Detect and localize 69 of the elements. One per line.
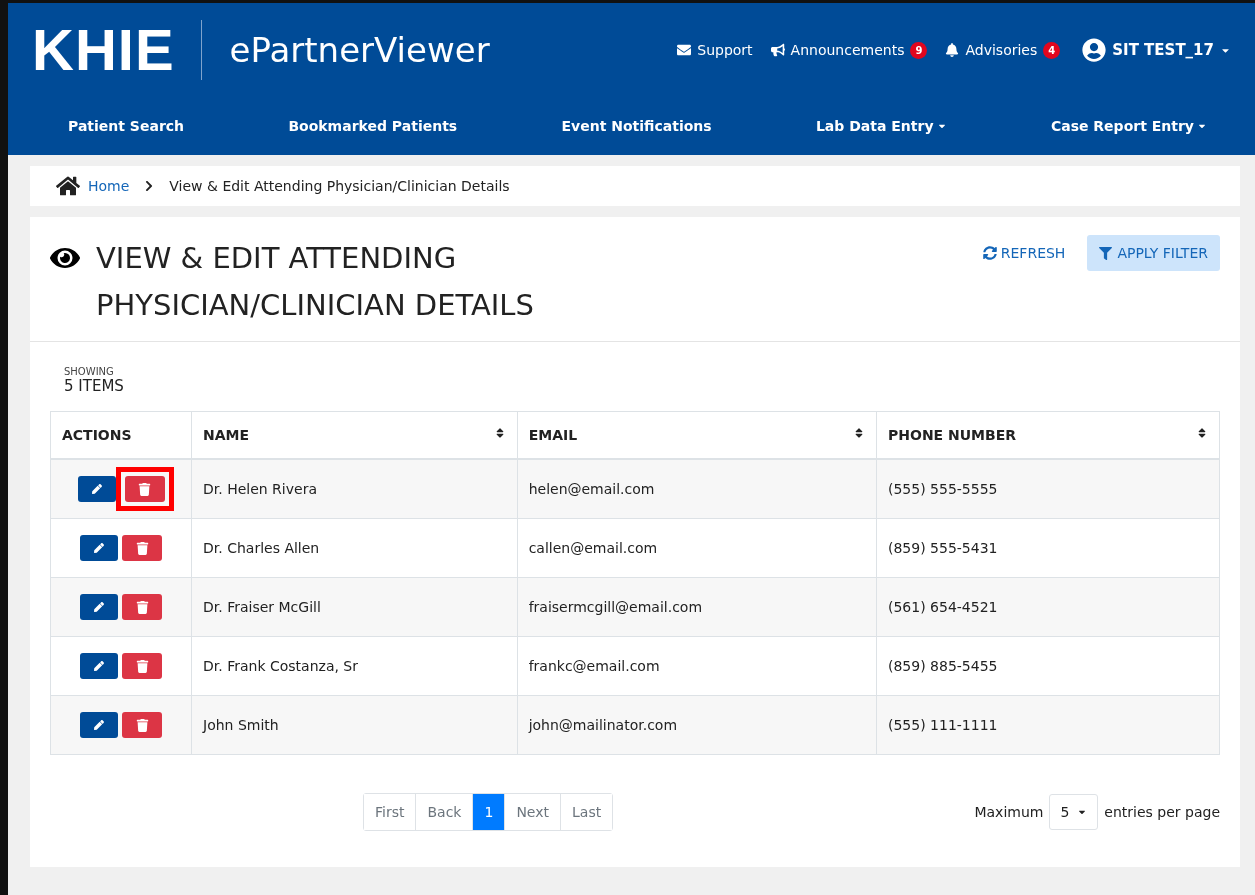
count-badge: 9 [910, 41, 928, 59]
header-link[interactable]: Support [677, 42, 753, 58]
home-icon [56, 174, 80, 198]
app-name: ePartnerViewer [228, 30, 491, 70]
pencil-icon [94, 661, 104, 671]
table-cell: callen@email.com [517, 518, 877, 578]
page-size-label: Maximum [974, 804, 1044, 820]
table-cell: Dr. Frank Costanza, Sr [191, 636, 518, 696]
page-size-select[interactable]: 5 [1049, 794, 1099, 830]
pencil-icon [91, 484, 102, 494]
table-cell: helen@email.com [517, 459, 877, 519]
delete-button[interactable] [122, 653, 162, 679]
item-count: 5 ITEMS [64, 377, 125, 395]
table-cell: (561) 654-4521 [876, 577, 1220, 637]
edit-button[interactable] [80, 653, 118, 679]
delete-button[interactable] [122, 535, 162, 561]
bell-icon [945, 43, 960, 57]
pencil-icon [94, 720, 104, 730]
table-cell: Dr. Fraiser McGill [191, 577, 518, 637]
trash-icon [135, 541, 149, 555]
logo: KHIE [32, 20, 202, 80]
trash-icon [135, 718, 149, 732]
breadcrumb-current: View & Edit Attending Physician/Clinician Details [169, 178, 510, 194]
table-cell: (555) 111-1111 [876, 695, 1220, 755]
edit-button[interactable] [80, 535, 118, 561]
count-badge: 4 [1043, 41, 1061, 59]
nav-item[interactable]: Event Notifications [561, 118, 712, 134]
page-button[interactable]: Last [560, 794, 613, 830]
table-cell: john@mailinator.com [517, 695, 877, 755]
table-cell: (859) 885-5455 [876, 636, 1220, 696]
pencil-icon [94, 543, 104, 553]
table-cell: (859) 555-5431 [876, 518, 1220, 578]
edit-button[interactable] [80, 594, 118, 620]
edit-button[interactable] [77, 476, 116, 502]
table-cell: Dr. Charles Allen [191, 518, 518, 578]
page-size-suffix: entries per page [1104, 804, 1220, 820]
apply-filter-button[interactable]: APPLY FILTER [1087, 235, 1220, 271]
nav-item[interactable]: Patient Search [68, 118, 185, 134]
envelope-icon [677, 43, 692, 57]
page-title: VIEW & EDIT ATTENDING PHYSICIAN/CLINICIAN DETAILS [96, 240, 534, 324]
delete-button[interactable] [122, 594, 162, 620]
delete-button[interactable] [124, 476, 165, 502]
nav-item[interactable]: Lab Data Entry [815, 118, 947, 134]
table-cell: frankc@email.com [517, 636, 877, 696]
edit-button[interactable] [80, 712, 118, 738]
megaphone-icon [770, 43, 785, 57]
trash-icon [135, 659, 149, 673]
table-cell: fraisermcgill@email.com [517, 577, 877, 637]
header-link[interactable]: Announcements 9 [770, 41, 928, 59]
filter-icon [1099, 246, 1113, 260]
trash-icon [135, 600, 149, 614]
header-link[interactable]: Advisories 4 [945, 41, 1061, 59]
home-link[interactable]: Home [88, 178, 130, 194]
user-avatar-icon [1082, 38, 1107, 62]
nav-item[interactable]: Case Report Entry [1050, 118, 1207, 134]
sort-icon [1196, 427, 1208, 439]
page-button[interactable]: 1 [472, 794, 505, 830]
delete-button[interactable] [122, 712, 162, 738]
pencil-icon [94, 602, 104, 612]
refresh-button[interactable]: REFRESH [976, 235, 1072, 271]
user-menu[interactable]: SIT TEST_17 [1082, 38, 1231, 62]
sort-icon [853, 427, 865, 439]
trash-icon [138, 482, 151, 496]
nav-item[interactable]: Bookmarked Patients [288, 118, 458, 134]
refresh-icon [982, 246, 997, 260]
table-cell: John Smith [191, 695, 518, 755]
table-cell: Dr. Helen Rivera [191, 459, 518, 519]
table-cell: (555) 555-5555 [876, 459, 1220, 519]
showing-label: SHOWING [64, 366, 115, 377]
